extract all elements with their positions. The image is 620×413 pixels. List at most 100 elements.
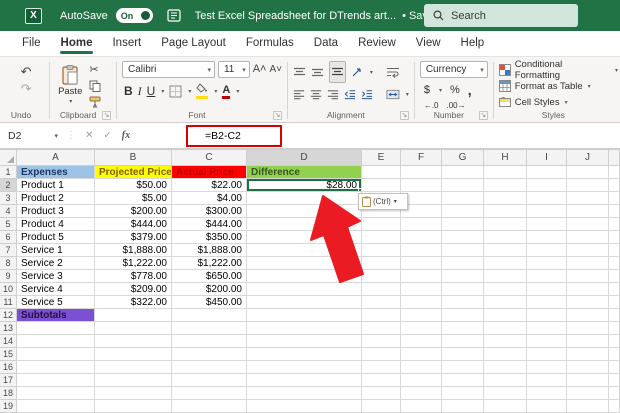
cell-D4[interactable] — [247, 205, 362, 218]
cell-B19[interactable] — [95, 400, 172, 413]
cell-I17[interactable] — [527, 374, 567, 387]
cell-F18[interactable] — [401, 387, 442, 400]
cell-J13[interactable] — [567, 322, 609, 335]
cell-A7[interactable]: Service 1 — [17, 244, 95, 257]
row-header-16[interactable]: 16 — [0, 361, 17, 374]
tab-data[interactable]: Data — [304, 32, 348, 56]
increase-decimal-icon[interactable]: ←.0 — [424, 101, 439, 110]
cell-B3[interactable]: $5.00 — [95, 192, 172, 205]
column-header-A[interactable]: A — [17, 150, 95, 166]
cell-E18[interactable] — [362, 387, 401, 400]
font-name-select[interactable]: Calibri ▾ — [122, 61, 215, 78]
cell-J4[interactable] — [567, 205, 609, 218]
cell-I5[interactable] — [527, 218, 567, 231]
cell-A17[interactable] — [17, 374, 95, 387]
cell-E8[interactable] — [362, 257, 401, 270]
cell-F5[interactable] — [401, 218, 442, 231]
cell-I12[interactable] — [527, 309, 567, 322]
fill-handle[interactable] — [358, 188, 362, 192]
cell-F7[interactable] — [401, 244, 442, 257]
row-header-4[interactable]: 4 — [0, 205, 17, 218]
cell-G16[interactable] — [442, 361, 484, 374]
cell-E10[interactable] — [362, 283, 401, 296]
accounting-dropdown-icon[interactable]: ▾ — [439, 87, 442, 94]
cell-J14[interactable] — [567, 335, 609, 348]
row-header-18[interactable]: 18 — [0, 387, 17, 400]
cell-H18[interactable] — [484, 387, 527, 400]
cell-H3[interactable] — [484, 192, 527, 205]
format-painter-icon[interactable] — [89, 96, 101, 108]
paste-button[interactable]: Paste ▾ — [55, 63, 85, 109]
cell-G1[interactable] — [442, 166, 484, 179]
cell-H4[interactable] — [484, 205, 527, 218]
cell-F16[interactable] — [401, 361, 442, 374]
fill-color-button[interactable] — [196, 83, 208, 99]
cell-I9[interactable] — [527, 270, 567, 283]
paste-dropdown-icon[interactable]: ▾ — [69, 98, 72, 105]
accounting-format-icon[interactable]: $ — [424, 84, 430, 96]
tab-help[interactable]: Help — [451, 32, 495, 56]
merge-center-icon[interactable] — [386, 89, 400, 100]
column-header-F[interactable]: F — [401, 150, 442, 166]
cell-G10[interactable] — [442, 283, 484, 296]
cell-C18[interactable] — [172, 387, 247, 400]
cell-C6[interactable]: $350.00 — [172, 231, 247, 244]
autosave-toggle[interactable]: On — [116, 8, 153, 23]
row-header-7[interactable]: 7 — [0, 244, 17, 257]
cell-E11[interactable] — [362, 296, 401, 309]
cell-J11[interactable] — [567, 296, 609, 309]
cell-E14[interactable] — [362, 335, 401, 348]
cell-A6[interactable]: Product 5 — [17, 231, 95, 244]
font-dialog-launcher[interactable]: ↘ — [273, 111, 282, 120]
cell-C7[interactable]: $1,888.00 — [172, 244, 247, 257]
cell-I8[interactable] — [527, 257, 567, 270]
column-header-J[interactable]: J — [567, 150, 609, 166]
column-header-G[interactable]: G — [442, 150, 484, 166]
cell-J3[interactable] — [567, 192, 609, 205]
orientation-icon[interactable] — [351, 67, 364, 78]
align-top-icon[interactable] — [293, 67, 306, 78]
cell-B2[interactable]: $50.00 — [95, 179, 172, 192]
row-header-10[interactable]: 10 — [0, 283, 17, 296]
cell-J12[interactable] — [567, 309, 609, 322]
cell-B16[interactable] — [95, 361, 172, 374]
select-all-button[interactable] — [0, 150, 17, 166]
bold-button[interactable]: B — [124, 84, 133, 98]
cell-H15[interactable] — [484, 348, 527, 361]
enter-icon[interactable]: ✓ — [103, 130, 111, 141]
cell-G12[interactable] — [442, 309, 484, 322]
cell-G5[interactable] — [442, 218, 484, 231]
cell-A12[interactable]: Subtotals — [17, 309, 95, 322]
cell-F14[interactable] — [401, 335, 442, 348]
cell-J7[interactable] — [567, 244, 609, 257]
cell-J6[interactable] — [567, 231, 609, 244]
cell-D15[interactable] — [247, 348, 362, 361]
cell-styles-button[interactable]: Cell Styles ▾ — [499, 94, 618, 110]
borders-dropdown-icon[interactable]: ▾ — [188, 88, 191, 95]
row-header-19[interactable]: 19 — [0, 400, 17, 413]
orientation-dropdown-icon[interactable]: ▾ — [370, 69, 373, 76]
cell-I1[interactable] — [527, 166, 567, 179]
cell-E17[interactable] — [362, 374, 401, 387]
cell-D10[interactable] — [247, 283, 362, 296]
cell-C5[interactable]: $444.00 — [172, 218, 247, 231]
increase-indent-icon[interactable] — [361, 89, 373, 100]
cell-F19[interactable] — [401, 400, 442, 413]
cell-B7[interactable]: $1,888.00 — [95, 244, 172, 257]
cell-I14[interactable] — [527, 335, 567, 348]
cell-G17[interactable] — [442, 374, 484, 387]
cell-A15[interactable] — [17, 348, 95, 361]
cell-D6[interactable] — [247, 231, 362, 244]
cell-C19[interactable] — [172, 400, 247, 413]
cell-J15[interactable] — [567, 348, 609, 361]
cell-G3[interactable] — [442, 192, 484, 205]
tab-view[interactable]: View — [406, 32, 451, 56]
cell-I16[interactable] — [527, 361, 567, 374]
cell-H12[interactable] — [484, 309, 527, 322]
column-header-C[interactable]: C — [172, 150, 247, 166]
tab-home[interactable]: Home — [51, 32, 103, 56]
undo-icon[interactable]: ↶ — [21, 65, 32, 78]
cell-C2[interactable]: $22.00 — [172, 179, 247, 192]
cut-icon[interactable]: ✂ — [89, 65, 101, 76]
cell-C10[interactable]: $200.00 — [172, 283, 247, 296]
